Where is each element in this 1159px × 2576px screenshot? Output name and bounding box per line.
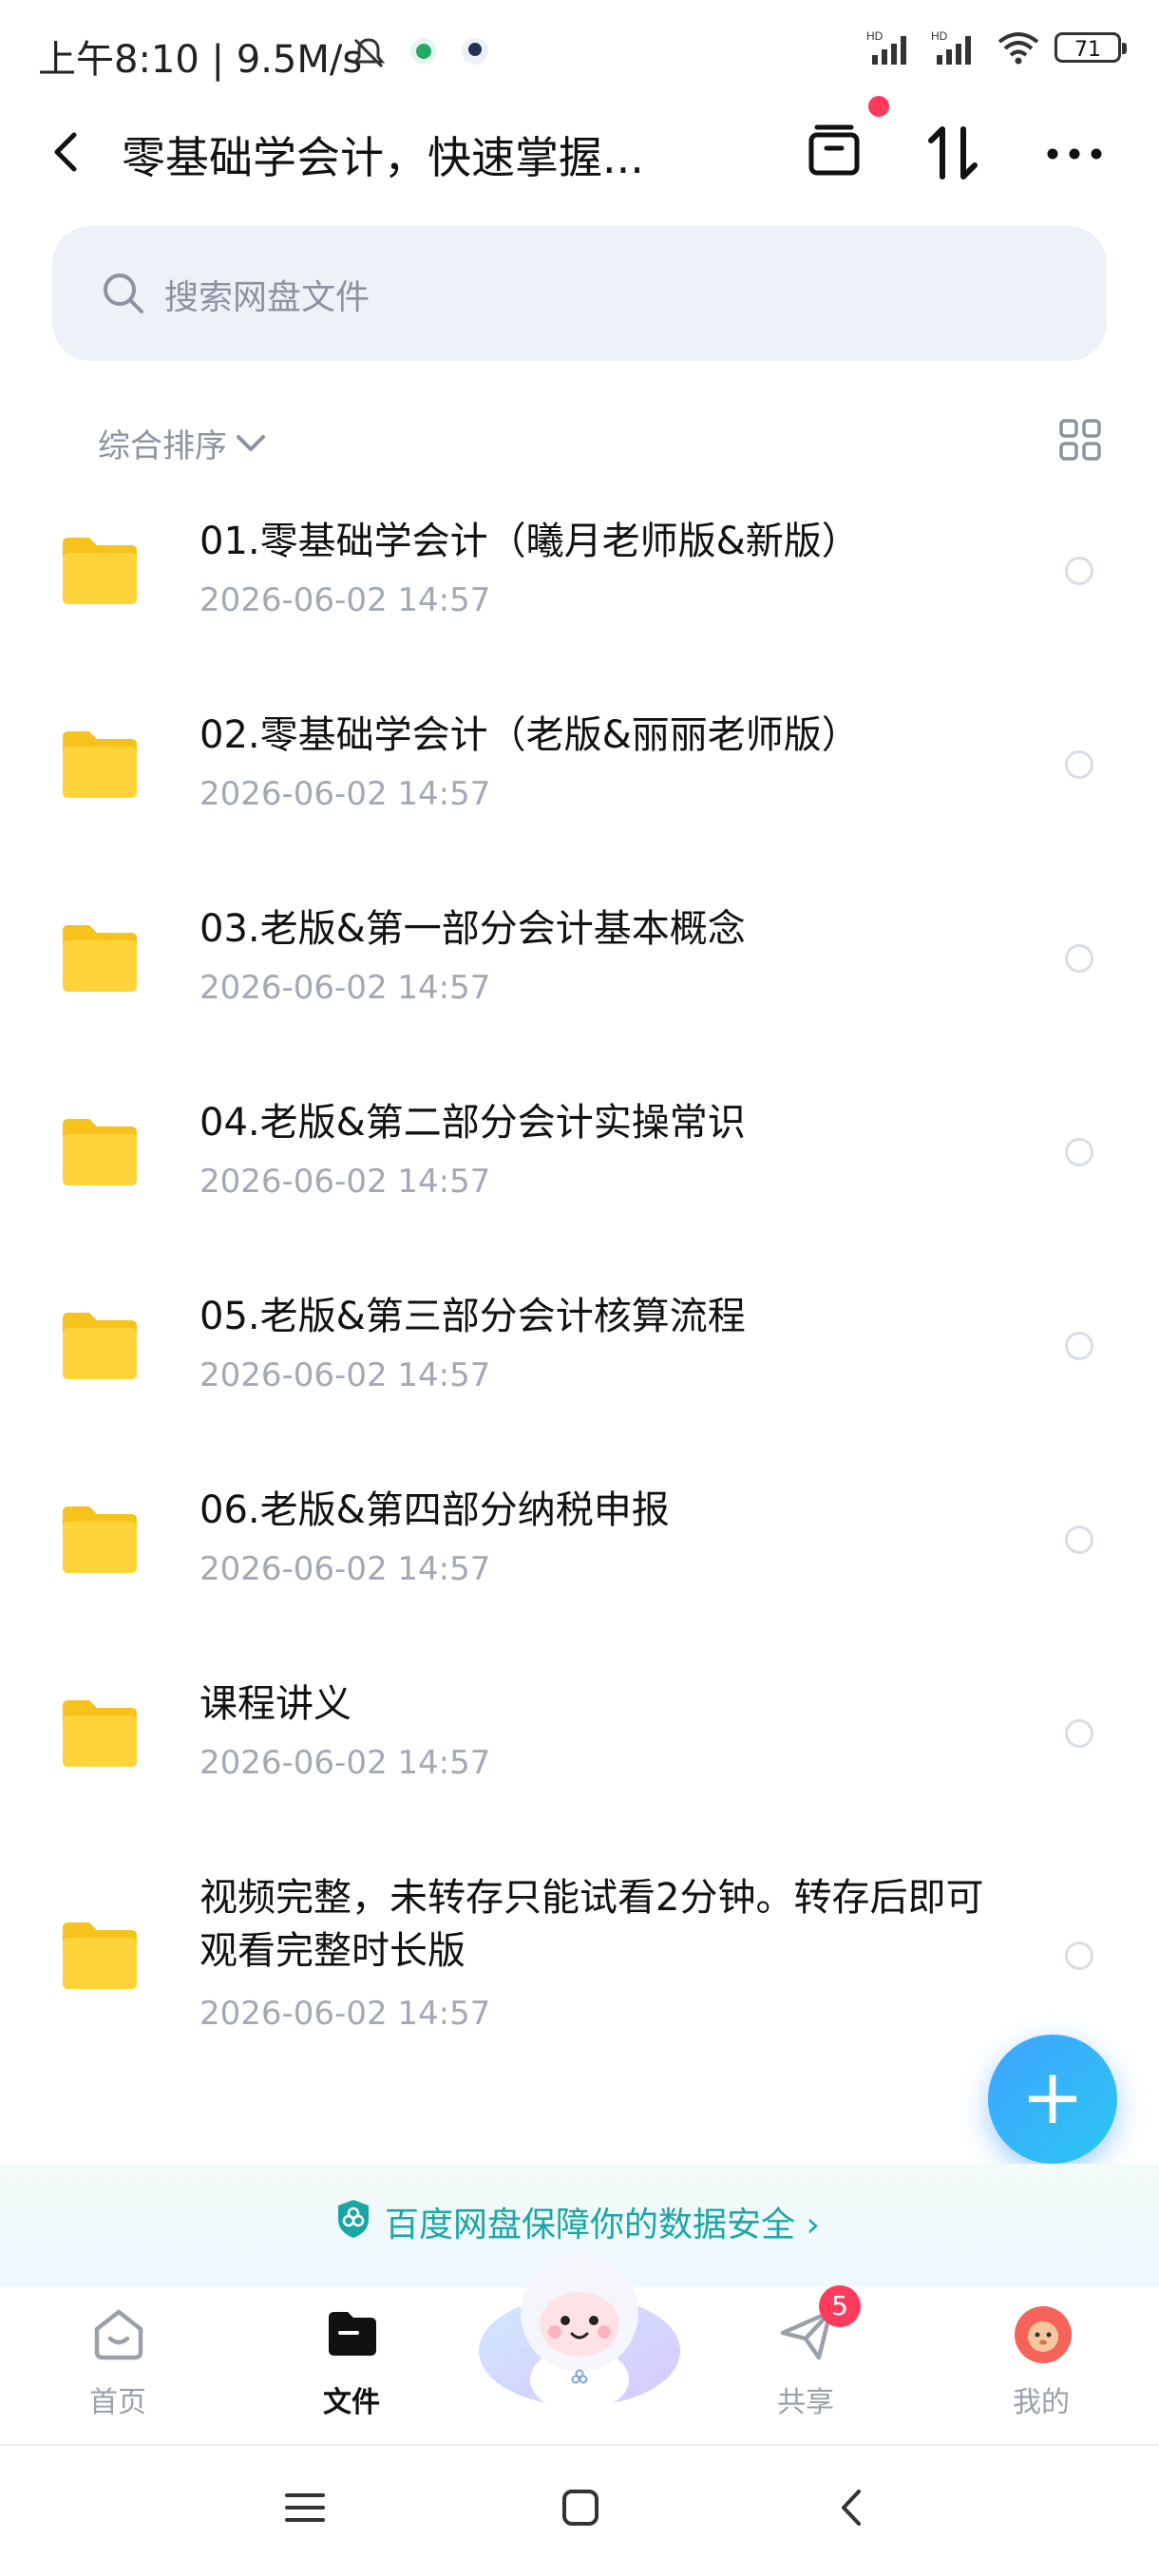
file-date: 2026-06-02 14:57 [200, 1550, 491, 1588]
signal-hd-icon-2: HD [931, 29, 971, 65]
folder-tab-icon [329, 2312, 376, 2356]
select-checkbox[interactable] [1065, 1525, 1093, 1554]
file-date: 2026-06-02 14:57 [200, 581, 491, 619]
list-item[interactable]: 课程讲义 2026-06-02 14:57 [0, 1657, 1159, 1847]
title-bar: 零基础学会计，快速掌握... [0, 104, 1159, 199]
chevron-down-icon [237, 434, 265, 451]
select-checkbox[interactable] [1065, 1719, 1093, 1748]
select-checkbox[interactable] [1065, 557, 1093, 585]
shield-icon [338, 2200, 369, 2238]
list-item[interactable]: 05.老版&第三部分会计核算流程 2026-06-02 14:57 [0, 1269, 1159, 1459]
list-item[interactable]: 01.零基础学会计（曦月老师版&新版） 2026-06-02 14:57 [0, 494, 1159, 684]
system-navigation-bar [0, 2446, 1159, 2576]
battery-indicator: 71 [1054, 32, 1127, 63]
status-bar: 上午8:10 | 9.5M/s HD HD 71 [0, 0, 1159, 104]
home-square-icon[interactable] [557, 2484, 604, 2531]
file-date: 2026-06-02 14:57 [200, 775, 491, 813]
folder-icon [63, 1119, 137, 1185]
search-icon [104, 274, 143, 313]
mascot-assistant-icon[interactable] [475, 2237, 684, 2417]
folder-icon [63, 731, 137, 798]
grid-view-icon[interactable] [1058, 418, 1102, 462]
app-notification-icon [410, 38, 437, 65]
home-icon [94, 2309, 143, 2360]
status-time: 上午8:10 | 9.5M/s [38, 38, 363, 82]
sort-toggle-icon[interactable] [922, 122, 984, 184]
sort-dropdown[interactable]: 综合排序 [98, 420, 267, 466]
file-name: 01.零基础学会计（曦月老师版&新版） [200, 520, 860, 563]
file-name: 03.老版&第一部分会计基本概念 [200, 907, 746, 951]
list-item[interactable]: 02.零基础学会计（老版&丽丽老师版） 2026-06-02 14:57 [0, 688, 1159, 878]
tab-label: 文件 [323, 2386, 380, 2419]
select-checkbox[interactable] [1065, 1941, 1093, 1970]
search-bar[interactable]: 搜索网盘文件 [52, 226, 1107, 361]
file-name: 视频完整，未转存只能试看2分钟。转存后即可观看完整时长版 [200, 1876, 984, 1973]
select-checkbox[interactable] [1065, 750, 1093, 779]
add-button[interactable]: + [988, 2035, 1117, 2164]
select-checkbox[interactable] [1065, 1332, 1093, 1360]
file-date: 2026-06-02 14:57 [200, 1744, 491, 1782]
tab-label: 我的 [1013, 2386, 1070, 2419]
select-checkbox[interactable] [1065, 1138, 1093, 1166]
file-date: 2026-06-02 14:57 [200, 1995, 491, 2033]
file-name: 课程讲义 [200, 1682, 352, 1726]
folder-icon [63, 1506, 137, 1573]
tab-label: 共享 [777, 2386, 834, 2419]
list-item[interactable]: 视频完整，未转存只能试看2分钟。转存后即可观看完整时长版 2026-06-02 … [0, 1850, 1159, 2107]
app-notification-icon-2 [462, 38, 488, 65]
folder-icon [63, 538, 137, 604]
list-item[interactable]: 04.老版&第二部分会计实操常识 2026-06-02 14:57 [0, 1075, 1159, 1265]
file-date: 2026-06-02 14:57 [200, 1356, 491, 1394]
transfer-list-icon[interactable] [804, 122, 864, 182]
menu-icon[interactable] [281, 2484, 329, 2531]
plus-icon: + [1020, 2053, 1085, 2141]
list-item[interactable]: 03.老版&第一部分会计基本概念 2026-06-02 14:57 [0, 881, 1159, 1071]
sort-label: 综合排序 [98, 427, 227, 465]
avatar [1015, 2306, 1072, 2363]
tab-label: 首页 [89, 2386, 146, 2419]
list-item[interactable]: 06.老版&第四部分纳税申报 2026-06-02 14:57 [0, 1463, 1159, 1653]
share-count-badge: 5 [819, 2285, 861, 2327]
select-checkbox[interactable] [1065, 944, 1093, 973]
signal-hd-icon: HD [866, 29, 906, 65]
file-name: 05.老版&第三部分会计核算流程 [200, 1295, 746, 1338]
folder-icon [63, 1313, 137, 1379]
back-icon[interactable] [828, 2484, 876, 2531]
folder-icon [63, 1923, 137, 1989]
svg-text:HD: HD [866, 29, 884, 43]
folder-icon [63, 925, 137, 992]
more-options-icon[interactable] [1043, 122, 1106, 184]
file-name: 02.零基础学会计（老版&丽丽老师版） [200, 713, 860, 757]
file-date: 2026-06-02 14:57 [200, 969, 491, 1007]
page-title: 零基础学会计，快速掌握... [122, 132, 644, 183]
mute-bell-icon [352, 38, 386, 68]
file-name: 04.老版&第二部分会计实操常识 [200, 1101, 746, 1145]
wifi-icon [998, 32, 1039, 65]
notification-dot [868, 96, 889, 117]
svg-text:HD: HD [931, 29, 948, 43]
folder-icon [63, 1700, 137, 1767]
back-arrow-icon[interactable] [46, 127, 87, 177]
file-name: 06.老版&第四部分纳税申报 [200, 1488, 670, 1532]
file-date: 2026-06-02 14:57 [200, 1163, 491, 1201]
search-placeholder: 搜索网盘文件 [164, 278, 370, 317]
